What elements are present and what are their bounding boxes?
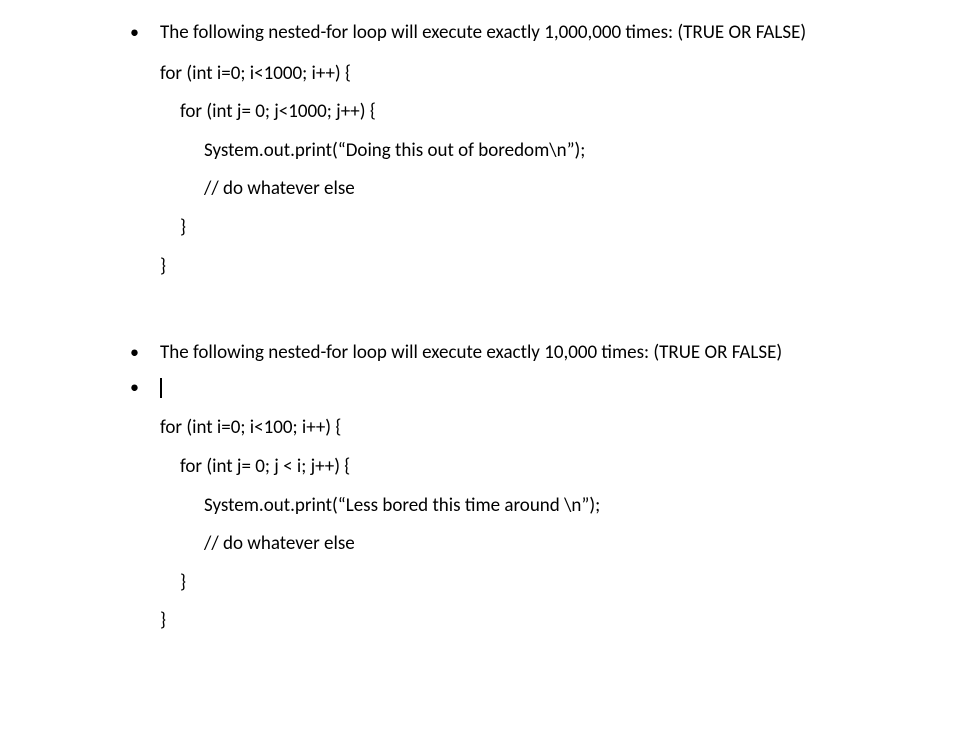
code-line: System.out.print(“Doing this out of bore… — [160, 138, 881, 165]
question-2-text: The following nested-for loop will execu… — [160, 341, 782, 364]
code-line: for (int i=0; i<100; i++) { — [160, 415, 881, 442]
question-1-text: The following nested-for loop will execu… — [160, 21, 806, 44]
code-line: for (int i=0; i<1000; i++) { — [160, 61, 881, 88]
question-2-prompt: The following nested-for loop will execu… — [120, 340, 881, 367]
text-cursor — [160, 378, 162, 398]
question-1-prompt: The following nested-for loop will execu… — [120, 20, 881, 47]
code-line: } — [160, 570, 881, 597]
question-2-code: for (int i=0; i<100; i++) { for (int j= … — [160, 415, 881, 635]
code-line: System.out.print(“Less bored this time a… — [160, 493, 881, 520]
code-line: } — [160, 254, 881, 281]
code-line: for (int j= 0; j<1000; j++) { — [160, 99, 881, 126]
code-line: } — [160, 215, 881, 242]
code-line: // do whatever else — [160, 176, 881, 203]
question-1-code: for (int i=0; i<1000; i++) { for (int j=… — [160, 61, 881, 281]
code-line: // do whatever else — [160, 531, 881, 558]
code-line: for (int j= 0; j < i; j++) { — [160, 454, 881, 481]
code-line: } — [160, 608, 881, 635]
cursor-bullet-line — [120, 375, 881, 402]
